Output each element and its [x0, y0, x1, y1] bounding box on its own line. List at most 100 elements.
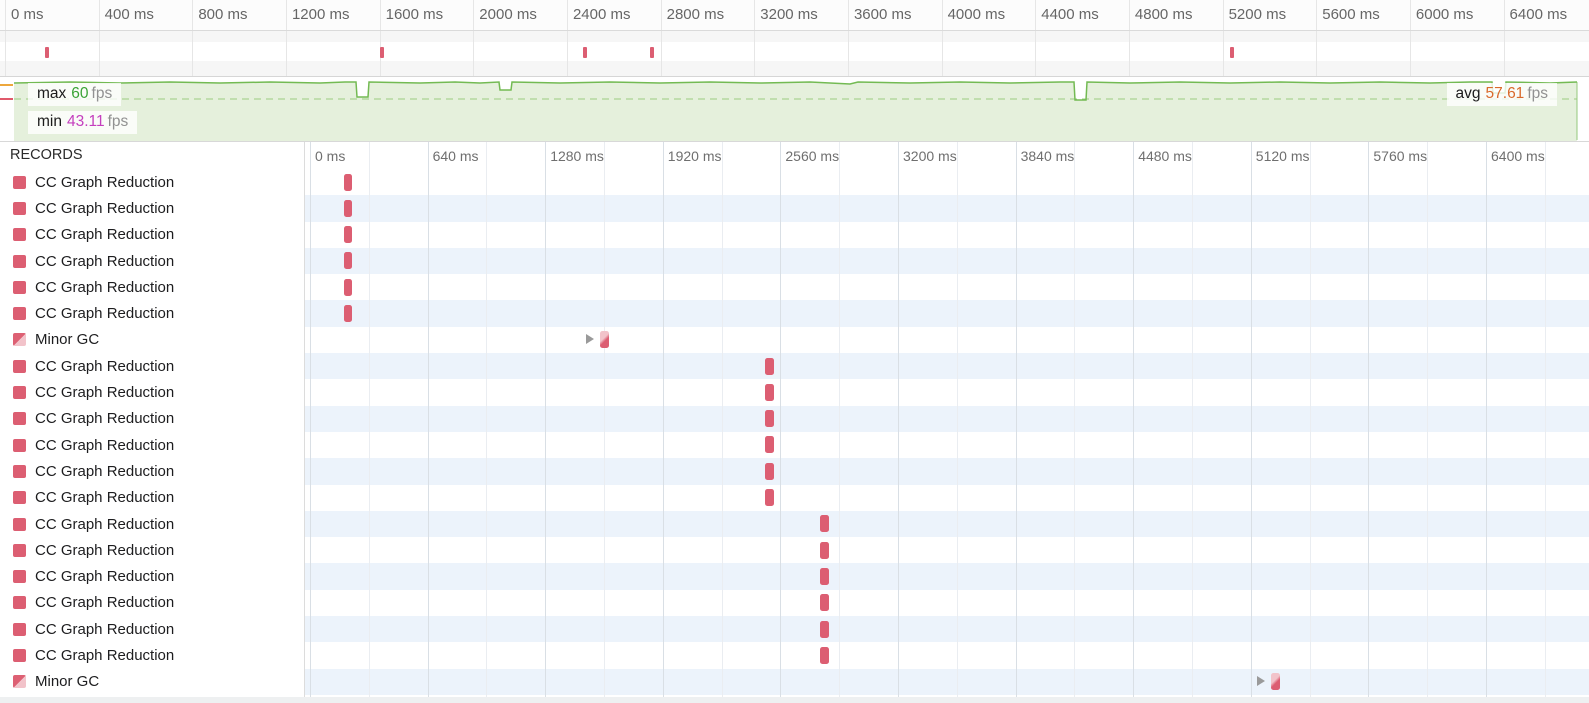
- record-marker[interactable]: [820, 515, 829, 533]
- record-marker[interactable]: [820, 594, 829, 612]
- ruler-tick-label: 1200 ms: [291, 6, 350, 23]
- record-row-track[interactable]: [305, 642, 1589, 668]
- ruler-gridline: [847, 0, 849, 30]
- record-row-track[interactable]: [305, 590, 1589, 616]
- record-row-track[interactable]: [305, 537, 1589, 563]
- overview-gridline: [5, 31, 6, 76]
- record-row-track[interactable]: [305, 432, 1589, 458]
- record-row-track[interactable]: [305, 485, 1589, 511]
- ruler-gridline: [1503, 0, 1505, 30]
- record-marker[interactable]: [765, 462, 774, 480]
- record-row-label[interactable]: CC Graph Reduction: [0, 590, 304, 616]
- record-marker[interactable]: [343, 199, 352, 217]
- record-marker[interactable]: [820, 567, 829, 585]
- record-row-track[interactable]: [305, 563, 1589, 590]
- fps-max-value: 60: [71, 85, 89, 102]
- waterfall-time-label: 4480 ms: [1138, 148, 1192, 164]
- waterfall-rows: [305, 169, 1589, 695]
- overview-event-marker[interactable]: [650, 47, 654, 58]
- expand-arrow-icon[interactable]: [586, 334, 594, 345]
- record-row-label[interactable]: CC Graph Reduction: [0, 642, 304, 668]
- ruler-gridline: [192, 0, 194, 30]
- timeline-ruler[interactable]: 0 ms 400 ms 800 ms 1200 ms 1600 ms 2000 ms 240…: [0, 0, 1589, 31]
- record-label: CC Graph Reduction: [35, 568, 175, 586]
- record-marker[interactable]: [343, 252, 352, 270]
- framerate-chart[interactable]: max 60 fps min 43.11 fps avg 57.61 fps: [0, 77, 1589, 142]
- horizontal-scrollbar-track[interactable]: [0, 697, 1589, 703]
- record-row-track[interactable]: [305, 458, 1589, 485]
- record-marker[interactable]: [343, 226, 352, 244]
- record-row-track[interactable]: [305, 405, 1589, 432]
- record-label: CC Graph Reduction: [35, 278, 175, 296]
- overview-gridline: [1316, 31, 1318, 76]
- gridline: [368, 142, 370, 703]
- minor-gc-icon: [13, 675, 26, 689]
- record-row-label[interactable]: Minor GC: [0, 669, 304, 695]
- record-row-label[interactable]: CC Graph Reduction: [0, 406, 304, 432]
- record-row-label[interactable]: CC Graph Reduction: [0, 563, 304, 589]
- record-label: CC Graph Reduction: [35, 436, 175, 454]
- record-row-label[interactable]: CC Graph Reduction: [0, 353, 304, 379]
- record-row-label[interactable]: CC Graph Reduction: [0, 169, 304, 195]
- record-row-label[interactable]: CC Graph Reduction: [0, 274, 304, 300]
- record-row-label[interactable]: CC Graph Reduction: [0, 379, 304, 405]
- record-marker[interactable]: [820, 646, 829, 664]
- ruler-tick-label: 4000 ms: [947, 6, 1006, 23]
- gridline: [1368, 142, 1370, 703]
- overview-gridline: [473, 31, 475, 76]
- record-row-track[interactable]: [305, 195, 1589, 222]
- record-row-label[interactable]: CC Graph Reduction: [0, 222, 304, 248]
- record-row-label[interactable]: Minor GC: [0, 327, 304, 353]
- avg-fps-tick: [0, 84, 13, 86]
- record-row-label[interactable]: CC Graph Reduction: [0, 485, 304, 511]
- record-row-label[interactable]: CC Graph Reduction: [0, 195, 304, 221]
- record-row-label[interactable]: CC Graph Reduction: [0, 537, 304, 563]
- gridline: [545, 142, 547, 703]
- record-row-label[interactable]: CC Graph Reduction: [0, 300, 304, 326]
- record-row-track[interactable]: [305, 379, 1589, 405]
- record-marker[interactable]: [765, 410, 774, 428]
- expand-arrow-icon[interactable]: [1257, 676, 1265, 687]
- cc-graph-reduction-icon: [13, 543, 26, 557]
- overview-band-top: [0, 31, 1589, 42]
- record-row-track[interactable]: [305, 668, 1589, 695]
- overview-event-marker[interactable]: [45, 47, 49, 58]
- record-marker[interactable]: [765, 436, 774, 454]
- record-marker[interactable]: [343, 278, 352, 296]
- record-row-track[interactable]: [305, 510, 1589, 538]
- record-row-label[interactable]: CC Graph Reduction: [0, 511, 304, 537]
- record-row-track[interactable]: [305, 327, 1589, 353]
- record-row-track[interactable]: [305, 169, 1589, 195]
- waterfall-time-label: 5760 ms: [1373, 148, 1428, 164]
- record-marker[interactable]: [343, 304, 352, 322]
- cc-graph-reduction-icon: [13, 228, 26, 242]
- overview-gridline: [941, 31, 943, 76]
- overview-event-marker[interactable]: [1230, 47, 1234, 58]
- ruler-tick-label: 6000 ms: [1415, 6, 1474, 23]
- record-marker[interactable]: [765, 489, 774, 507]
- record-marker[interactable]: [600, 331, 609, 349]
- record-row-track[interactable]: [305, 274, 1589, 300]
- record-marker[interactable]: [820, 541, 829, 559]
- record-marker[interactable]: [765, 357, 774, 375]
- record-row-label[interactable]: CC Graph Reduction: [0, 432, 304, 458]
- record-row-track[interactable]: [305, 353, 1589, 380]
- overview-event-marker[interactable]: [583, 47, 587, 58]
- record-row-track[interactable]: [305, 616, 1589, 643]
- timeline-overview[interactable]: [0, 31, 1589, 77]
- cc-graph-reduction-icon: [13, 438, 26, 452]
- record-marker[interactable]: [343, 173, 352, 191]
- record-row-track[interactable]: [305, 247, 1589, 275]
- record-label: CC Graph Reduction: [35, 384, 175, 402]
- record-row-label[interactable]: CC Graph Reduction: [0, 248, 304, 274]
- ruler-tick-label: 5200 ms: [1228, 6, 1287, 23]
- record-row-track[interactable]: [305, 222, 1589, 248]
- record-marker[interactable]: [765, 383, 774, 401]
- record-row-track[interactable]: [305, 300, 1589, 327]
- record-row-label[interactable]: CC Graph Reduction: [0, 458, 304, 484]
- record-marker[interactable]: [1271, 673, 1280, 691]
- record-row-label[interactable]: CC Graph Reduction: [0, 616, 304, 642]
- record-marker[interactable]: [820, 620, 829, 638]
- waterfall-pane[interactable]: 0 ms 640 ms 1280 ms 1920 ms 2560 ms 3200 ms 38…: [305, 142, 1589, 703]
- overview-event-marker[interactable]: [380, 47, 384, 58]
